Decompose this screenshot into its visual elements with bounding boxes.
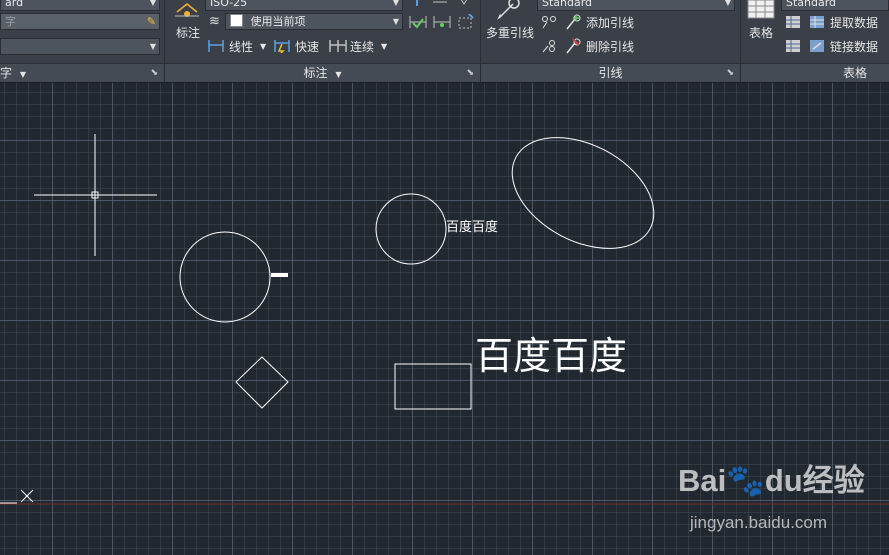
multileader-button[interactable]: 多重引线 [483,0,539,44]
annotation-panel: 标注 ISO-25 ▼ ≋ 使用当前项 ▼ 线性 ▼ 快速 连续 ▼ 标注 ▼ [165,0,480,82]
table-panel-title[interactable]: 表格 [741,63,889,82]
chevron-down-icon: ▼ [149,42,156,51]
linear-dim-button[interactable]: 线性 [229,40,253,54]
grip-marker[interactable] [271,273,288,277]
linear-dim-icon [208,40,224,52]
chevron-down-icon: ▼ [392,0,399,7]
dim-style-combo[interactable]: ISO-25 ▼ [205,0,403,11]
link-data-icon [786,40,800,52]
ribbon: ard ▼ 字 ✎ ▼ 字 ▼ ⬊ 标注 ISO-25 ▼ ≋ 使用当前项 ▼ … [0,0,889,83]
remove-leader-icon [566,38,581,54]
dim-check-icon[interactable] [409,14,427,30]
table-style-value: Standard [786,0,837,9]
ellipse[interactable] [493,115,672,271]
table-panel: 表格 Standard 提取数据 链接数据 表格 [741,0,889,82]
leader-panel-title[interactable]: 引线 ⬊ [481,63,740,82]
dialog-launcher-icon[interactable]: ⬊ [150,64,158,82]
dim-space-icon[interactable] [433,14,451,30]
extract-data-button[interactable]: 提取数据 [830,16,878,30]
rectangle[interactable] [394,363,472,410]
table-button[interactable]: 表格 [743,0,779,44]
table-icon [747,0,775,19]
chevron-down-icon: ▼ [19,70,26,79]
add-leader-button[interactable]: 添加引线 [586,16,634,30]
text-style-value: ard [5,0,24,9]
dialog-launcher-icon[interactable]: ⬊ [466,64,474,82]
continue-dim-icon [329,40,347,52]
watermark-logo: Bai🐾du经验 [678,463,865,498]
leader-panel: 多重引线 Standard ▼ 添加引线 删除引线 引线 ⬊ [481,0,740,82]
dim-layer-value: 使用当前项 [250,15,306,28]
watermark-url: jingyan.baidu.com [690,513,828,532]
crosshair-cursor [34,134,157,256]
text-panel-label: 字 [0,66,13,80]
text-height-value: 字 [5,15,16,28]
align-leader-icon[interactable] [541,15,557,29]
link-data-button[interactable]: 链接数据 [830,40,878,54]
dim-break-icon[interactable] [457,14,475,30]
text-style-combo[interactable]: ard ▼ [0,0,160,11]
annotation-panel-title[interactable]: 标注 ▼ ⬊ [165,63,480,82]
dim-layer-combo[interactable]: 使用当前项 ▼ [225,13,403,30]
dim-style-value: ISO-25 [210,0,248,9]
chevron-down-icon: ▼ [724,0,731,7]
collect-leader-icon[interactable] [541,39,557,53]
multileader-button-label: 多重引线 [486,26,535,40]
dimension-button-label: 标注 [176,26,201,40]
multileader-icon [497,0,520,20]
continue-dim-button[interactable]: 连续 [350,40,374,54]
data-grid-icon [810,16,824,28]
leader-style-combo[interactable]: Standard ▼ [537,0,735,11]
drawing-canvas[interactable]: 百度百度 百度百度 Bai🐾du经验 jingyan.baidu.com [0,83,889,555]
text-layer-combo[interactable]: ▼ [0,38,160,55]
chevron-down-icon: ▼ [149,0,156,7]
annotation-panel-label: 标注 [303,66,328,80]
large-text-label[interactable]: 百度百度 [475,325,627,380]
small-text-label[interactable]: 百度百度 [446,216,498,235]
chevron-down-icon[interactable]: ▼ [381,40,387,54]
chevron-down-icon: ▼ [335,70,342,79]
dim-center-icon[interactable] [433,0,447,6]
remove-leader-button[interactable]: 删除引线 [586,40,634,54]
table-style-combo[interactable]: Standard [781,0,889,11]
chevron-down-icon[interactable]: ▼ [260,40,266,54]
circle-small[interactable] [375,193,447,265]
quick-dim-icon [274,40,290,53]
chain-link-icon [810,40,824,52]
table-button-label: 表格 [749,26,774,40]
leader-style-value: Standard [542,0,593,9]
text-panel: ard ▼ 字 ✎ ▼ 字 ▼ ⬊ [0,0,164,82]
quick-dim-button[interactable]: 快速 [295,40,319,54]
text-height-combo[interactable]: 字 ✎ [0,13,160,30]
ucs-icon [0,489,34,504]
chevron-down-icon: ▼ [392,17,399,26]
find-replace-icon: ✎ [146,15,156,28]
add-leader-icon [566,14,581,30]
table-panel-label: 表格 [842,66,867,80]
dim-update-icon[interactable] [409,0,425,8]
dim-tolerance-icon[interactable] [457,0,471,6]
diamond[interactable] [235,356,289,409]
dimension-button[interactable]: 标注 [169,0,205,44]
text-panel-title[interactable]: 字 ▼ ⬊ [0,63,164,82]
extract-data-icon [786,16,800,28]
circle-left[interactable] [179,231,271,323]
layer-stack-icon: ≋ [209,14,220,29]
dialog-launcher-icon[interactable]: ⬊ [726,64,734,82]
leader-panel-label: 引线 [598,66,623,80]
color-swatch [230,14,243,27]
dimension-icon [175,3,199,17]
